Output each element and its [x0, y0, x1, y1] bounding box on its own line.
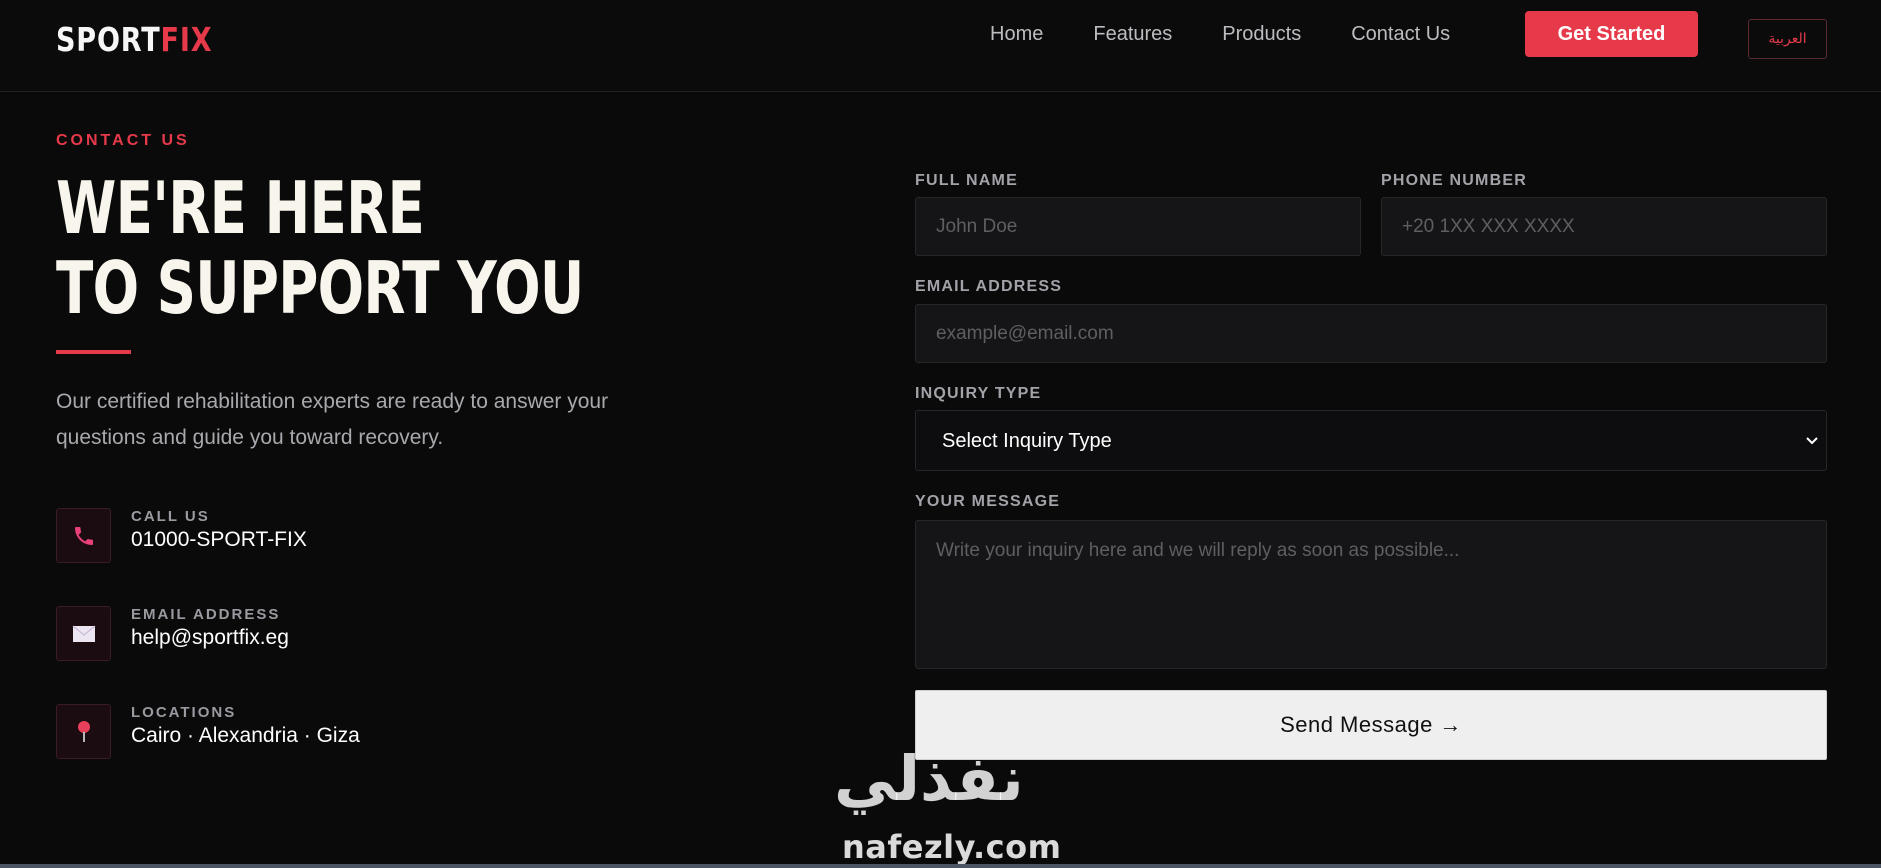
headline-line-2: TO SUPPORT YOU	[56, 246, 584, 330]
full-name-input[interactable]	[915, 197, 1361, 256]
message-label: YOUR MESSAGE	[915, 493, 1061, 510]
pin-icon	[56, 704, 111, 759]
contact-label: EMAIL ADDRESS	[131, 606, 281, 623]
language-toggle-button[interactable]: العربية	[1748, 19, 1827, 59]
phone-label: PHONE NUMBER	[1381, 172, 1527, 189]
contact-item-email: EMAIL ADDRESS help@sportfix.eg	[56, 606, 656, 662]
phone-input[interactable]	[1381, 197, 1827, 256]
send-message-button[interactable]: Send Message →	[915, 690, 1827, 760]
contact-item-phone: CALL US 01000-SPORT-FIX	[56, 508, 656, 564]
contact-label: LOCATIONS	[131, 704, 237, 721]
get-started-button[interactable]: Get Started	[1525, 11, 1698, 57]
top-navbar: SPORTFIX Home Features Products Contact …	[0, 0, 1881, 92]
contact-value[interactable]: 01000-SPORT-FIX	[131, 528, 307, 552]
nav-links: Home Features Products Contact Us	[990, 22, 1450, 46]
message-textarea[interactable]	[915, 520, 1827, 669]
page-title: WE'RE HERE TO SUPPORT YOU	[56, 168, 588, 328]
logo-accent: FIX	[160, 20, 213, 59]
nav-link-products[interactable]: Products	[1222, 22, 1301, 46]
intro-text: Our certified rehabilitation experts are…	[56, 390, 609, 449]
contact-value: Cairo · Alexandria · Giza	[131, 724, 360, 747]
inquiry-type-select[interactable]: Select Inquiry Type	[915, 410, 1827, 471]
email-input[interactable]	[915, 304, 1827, 363]
full-name-label: FULL NAME	[915, 172, 1018, 189]
inquiry-type-value: Select Inquiry Type	[942, 430, 1112, 452]
watermark-arabic: نفذلي	[834, 742, 1024, 815]
page-bottom-border	[0, 864, 1881, 868]
contact-label: CALL US	[131, 508, 210, 525]
contact-item-location: LOCATIONS Cairo · Alexandria · Giza	[56, 704, 656, 760]
chevron-down-icon	[1802, 427, 1822, 460]
email-label: EMAIL ADDRESS	[915, 278, 1063, 295]
section-eyebrow: CONTACT US	[56, 132, 190, 149]
nav-link-home[interactable]: Home	[990, 22, 1043, 46]
phone-icon	[56, 508, 111, 563]
logo[interactable]: SPORTFIX	[56, 20, 212, 59]
nav-link-features[interactable]: Features	[1093, 22, 1172, 46]
contact-value[interactable]: help@sportfix.eg	[131, 626, 289, 650]
watermark-latin: nafezly.com	[842, 828, 1062, 866]
nav-link-contact[interactable]: Contact Us	[1351, 22, 1450, 46]
accent-divider	[56, 350, 131, 354]
envelope-icon	[56, 606, 111, 661]
headline-line-1: WE'RE HERE	[56, 166, 425, 250]
inquiry-type-label: INQUIRY TYPE	[915, 385, 1042, 402]
logo-main: SPORT	[56, 20, 161, 59]
